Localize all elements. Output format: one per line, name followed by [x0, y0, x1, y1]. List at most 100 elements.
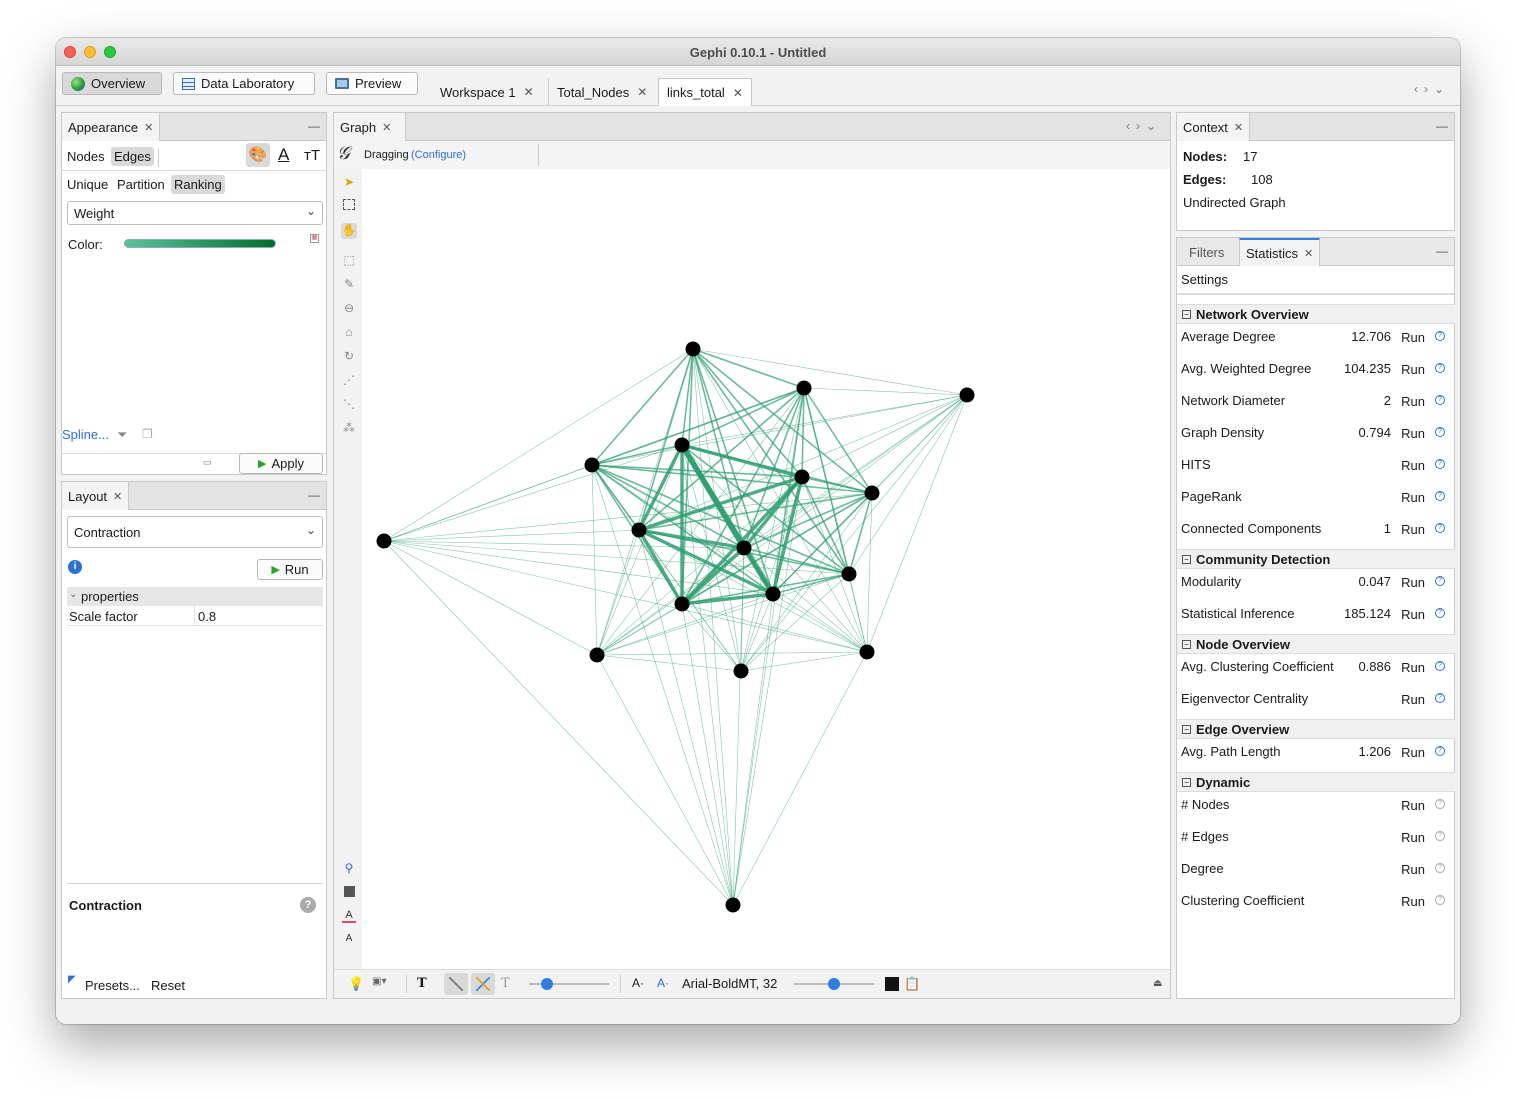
graph-nav-icons[interactable]: ‹›⌄: [1126, 119, 1162, 133]
copy-icon[interactable]: ❐: [142, 427, 153, 441]
partition-tab[interactable]: Partition: [114, 175, 168, 194]
data-laboratory-mode-button[interactable]: Data Laboratory: [173, 72, 315, 95]
graph-node[interactable]: [631, 522, 647, 538]
graph-edge[interactable]: [848, 573, 868, 653]
run-stat-button[interactable]: Run: [1401, 362, 1425, 377]
help-icon[interactable]: ?: [1435, 746, 1445, 756]
graph-node[interactable]: [765, 586, 781, 602]
minimize-icon[interactable]: —: [308, 119, 320, 133]
graph-edge[interactable]: [383, 540, 598, 656]
graph-node[interactable]: [685, 341, 701, 357]
workspace-tab-links-total[interactable]: links_total ✕: [658, 78, 752, 106]
minimize-icon[interactable]: —: [1436, 119, 1448, 133]
run-stat-button[interactable]: Run: [1401, 394, 1425, 409]
properties-header[interactable]: ⌄ properties: [67, 587, 323, 606]
drag-hand-icon[interactable]: ✋: [341, 223, 357, 239]
edit-select-icon[interactable]: ⬚: [341, 253, 357, 269]
close-icon[interactable]: ✕: [113, 490, 122, 503]
rotate-icon[interactable]: ↻: [341, 349, 357, 365]
edges-tab[interactable]: Edges: [111, 147, 154, 166]
graph-edge[interactable]: [772, 593, 868, 653]
help-icon[interactable]: ?: [1435, 331, 1445, 341]
overview-mode-button[interactable]: Overview: [62, 72, 162, 95]
run-stat-button[interactable]: Run: [1401, 490, 1425, 505]
collapse-icon[interactable]: −: [1182, 778, 1191, 787]
label-size-icon[interactable]: ᴛT: [304, 147, 320, 164]
help-icon[interactable]: ?: [1435, 363, 1445, 373]
graph-edge[interactable]: [801, 476, 850, 575]
workspace-tab-1[interactable]: Workspace 1 ✕: [432, 78, 542, 106]
property-row[interactable]: Scale factor 0.8: [67, 606, 323, 626]
apply-button[interactable]: ▶ Apply: [239, 453, 323, 474]
run-stat-button[interactable]: Run: [1401, 830, 1425, 845]
graph-edge[interactable]: [801, 394, 968, 478]
background-color-icon[interactable]: [341, 886, 357, 902]
graph-edge[interactable]: [383, 540, 745, 549]
graph-node[interactable]: [959, 387, 975, 403]
collapse-icon[interactable]: −: [1182, 725, 1191, 734]
graph-node[interactable]: [794, 469, 810, 485]
help-icon[interactable]: ?: [1435, 427, 1445, 437]
ranking-tab[interactable]: Ranking: [171, 175, 225, 194]
graph-node[interactable]: [864, 485, 880, 501]
help-icon[interactable]: ?: [1435, 831, 1445, 841]
rectangle-select-icon[interactable]: [341, 199, 357, 215]
graph-edge[interactable]: [866, 492, 873, 653]
graph-node[interactable]: [841, 566, 857, 582]
close-icon[interactable]: ✕: [733, 86, 743, 100]
graph-edge[interactable]: [732, 593, 774, 906]
graph-edge[interactable]: [692, 348, 968, 396]
collapse-icon[interactable]: −: [1182, 310, 1191, 319]
collapse-icon[interactable]: ⏏: [1153, 978, 1162, 989]
help-icon[interactable]: ?: [1435, 799, 1445, 809]
minimize-icon[interactable]: —: [1436, 244, 1448, 258]
run-stat-button[interactable]: Run: [1401, 798, 1425, 813]
help-icon[interactable]: ?: [300, 897, 316, 913]
layout-algorithm-select[interactable]: Contraction ⌄: [67, 516, 323, 548]
nodes-tab[interactable]: Nodes: [64, 147, 108, 166]
run-stat-button[interactable]: Run: [1401, 330, 1425, 345]
run-stat-button[interactable]: Run: [1401, 745, 1425, 760]
run-stat-button[interactable]: Run: [1401, 894, 1425, 909]
graph-node[interactable]: [589, 647, 605, 663]
collapse-icon[interactable]: −: [1182, 555, 1191, 564]
label-color-icon[interactable]: A: [342, 909, 356, 923]
graph-edge[interactable]: [591, 464, 598, 656]
graph-edge[interactable]: [732, 547, 745, 906]
presets-button[interactable]: Presets...: [85, 978, 140, 993]
add-edge-icon[interactable]: ⋱: [341, 397, 357, 413]
add-node-icon[interactable]: ⋰: [341, 373, 357, 389]
graph-edge[interactable]: [596, 603, 683, 656]
graph-node[interactable]: [674, 437, 690, 453]
graph-edge[interactable]: [803, 387, 873, 494]
color-gradient-bar[interactable]: [124, 239, 276, 248]
show-edges-toggle[interactable]: [444, 973, 468, 995]
font-color-icon[interactable]: A·: [657, 976, 669, 990]
show-labels-icon[interactable]: T: [417, 976, 427, 991]
font-size-icon[interactable]: A·: [632, 976, 644, 990]
settings-button[interactable]: Settings: [1181, 272, 1228, 287]
help-icon[interactable]: ?: [1435, 576, 1445, 586]
workspace-tab-total-nodes[interactable]: Total_Nodes ✕: [548, 78, 655, 106]
graph-edge[interactable]: [803, 387, 968, 396]
screenshot-icon[interactable]: ▣▾: [372, 976, 386, 987]
unique-tab[interactable]: Unique: [64, 175, 111, 194]
preview-mode-button[interactable]: Preview: [326, 72, 418, 95]
tab-context[interactable]: Context ✕: [1177, 113, 1251, 141]
graph-edge[interactable]: [692, 348, 734, 906]
size-icon[interactable]: ⊖: [341, 301, 357, 317]
configure-link[interactable]: (Configure): [411, 149, 466, 161]
graph-node[interactable]: [736, 540, 752, 556]
reset-button[interactable]: Reset: [151, 978, 185, 993]
help-icon[interactable]: ?: [1435, 661, 1445, 671]
workspace-nav-icons[interactable]: ‹›⌄: [1414, 82, 1450, 96]
graph-edge[interactable]: [596, 444, 683, 656]
edge-weight-slider-thumb[interactable]: [541, 978, 553, 990]
close-icon[interactable]: ✕: [524, 85, 534, 99]
label-font-icon[interactable]: A: [341, 933, 357, 949]
label-size-slider-thumb[interactable]: [828, 978, 840, 990]
run-stat-button[interactable]: Run: [1401, 426, 1425, 441]
label-color-swatch[interactable]: [885, 977, 899, 991]
run-stat-button[interactable]: Run: [1401, 522, 1425, 537]
help-icon[interactable]: ?: [1435, 523, 1445, 533]
